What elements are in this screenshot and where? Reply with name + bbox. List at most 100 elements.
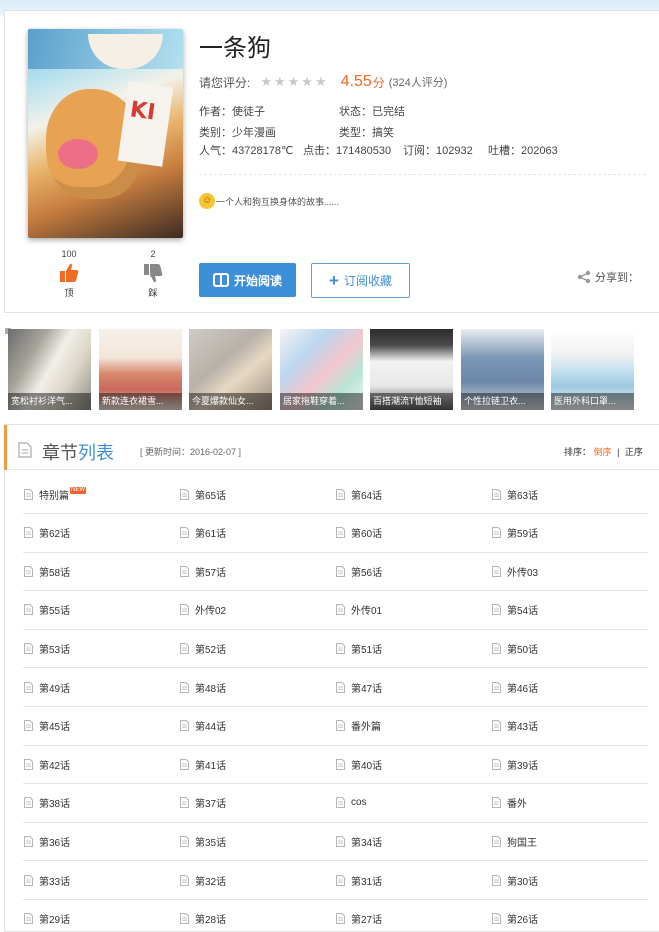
vote-up[interactable]: 100 顶 xyxy=(49,249,89,299)
chapter-link[interactable]: 第63话 xyxy=(491,475,648,514)
chapter-link[interactable]: 第46话 xyxy=(491,668,648,707)
chapter-link[interactable]: 第42话 xyxy=(23,745,179,785)
subscribe-button[interactable]: + 订阅收藏 xyxy=(311,263,410,298)
thumbs-down-icon[interactable] xyxy=(142,262,164,284)
sort-asc-link[interactable]: 正序 xyxy=(625,447,643,457)
vote-down-label: 踩 xyxy=(148,288,158,298)
chapter-link[interactable]: 第65话 xyxy=(179,475,335,514)
sort-control: 排序： 倒序 | 正序 xyxy=(564,445,643,458)
rating-label: 请您评分: xyxy=(199,75,251,90)
chapter-section: 章节列表 [ 更新时间：2016-02-07 ] 排序： 倒序 | 正序 特别篇… xyxy=(4,424,659,932)
ad-item[interactable]: 宽松衬衫洋气... xyxy=(8,329,91,410)
chapter-link[interactable]: 第51话 xyxy=(335,629,491,669)
chapter-link[interactable]: 第47话 xyxy=(335,668,491,707)
chapter-link[interactable]: 第49话 xyxy=(23,668,179,707)
share-control[interactable]: 分享到： xyxy=(577,269,639,285)
chapter-link[interactable]: 狗国王 xyxy=(491,822,648,862)
chapter-link[interactable]: 第38话 xyxy=(23,784,179,823)
document-icon xyxy=(180,720,189,732)
rating-stars[interactable]: ★★★★★ xyxy=(260,74,328,90)
chapter-link[interactable]: 第39话 xyxy=(491,745,648,785)
ad-item[interactable]: 百搭潮流T恤短袖 xyxy=(370,329,453,410)
chapter-link[interactable]: 第35话 xyxy=(179,822,335,862)
ad-item[interactable]: 个性拉链卫衣... xyxy=(461,329,544,410)
chapter-link[interactable]: 第48话 xyxy=(179,668,335,707)
document-icon xyxy=(492,720,501,732)
chapter-label: 第44话 xyxy=(195,722,227,734)
chapter-link[interactable]: 第36话 xyxy=(23,822,179,862)
document-icon xyxy=(180,565,189,577)
chapter-link[interactable]: 第34话 xyxy=(335,822,491,862)
chapter-link[interactable]: 外传01 xyxy=(335,591,491,630)
chapter-link[interactable]: 第43话 xyxy=(491,707,648,746)
chapter-link[interactable]: 第62话 xyxy=(23,514,179,553)
chapter-link[interactable]: 第29话 xyxy=(23,900,179,932)
cover-art-tongue xyxy=(58,139,98,169)
thumbs-up-icon[interactable] xyxy=(58,262,80,284)
ad-item[interactable]: 新款连衣裙雪... xyxy=(99,329,182,410)
chapter-link[interactable]: 第55话 xyxy=(23,591,179,630)
chapter-link[interactable]: 第54话 xyxy=(491,591,648,630)
chapter-link[interactable]: 第58话 xyxy=(23,552,179,592)
comic-title: 一条狗 xyxy=(199,35,271,62)
chapter-title-b: 列表 xyxy=(78,443,114,463)
chapter-link[interactable]: 第61话 xyxy=(179,514,335,553)
category-info[interactable]: 类别：少年漫画 xyxy=(199,124,276,140)
chapter-link[interactable]: 第59话 xyxy=(491,514,648,553)
chapter-label: 第37话 xyxy=(195,799,227,811)
chapter-label: 第58话 xyxy=(39,567,71,579)
chapter-label: 第63话 xyxy=(507,490,539,502)
comic-cover-image[interactable]: KI xyxy=(28,29,183,238)
comic-info-panel: KI 100 顶 2 踩 一条狗 请您评分: ★★★★★ 4.55 分 (324… xyxy=(4,10,659,313)
chapter-link[interactable]: 外传02 xyxy=(179,591,335,630)
document-icon xyxy=(24,565,33,577)
chapter-link[interactable]: 第41话 xyxy=(179,745,335,785)
rating-score-unit: 分 xyxy=(372,75,385,90)
chapter-link[interactable]: 第26话 xyxy=(491,900,648,932)
chapter-label: 番外 xyxy=(507,799,527,811)
ad-item[interactable]: 居家拖鞋穿着... xyxy=(280,329,363,410)
chapter-label: cos xyxy=(351,797,367,809)
chapter-link[interactable]: 第50话 xyxy=(491,629,648,669)
chapter-link[interactable]: 第64话 xyxy=(335,475,491,514)
chapter-link[interactable]: 第27话 xyxy=(335,900,491,932)
document-icon xyxy=(492,835,501,847)
chapter-link[interactable]: 番外篇 xyxy=(335,707,491,746)
chapter-link[interactable]: 第44话 xyxy=(179,707,335,746)
author-info[interactable]: 作者：使徒子 xyxy=(199,103,265,119)
ad-strip: 宽松衬衫洋气... 新款连衣裙雪... 今夏爆款仙女... 居家拖鞋穿着... … xyxy=(4,327,659,410)
chapter-link[interactable]: 第60话 xyxy=(335,514,491,553)
chapter-link[interactable]: 第52话 xyxy=(179,629,335,669)
vote-down[interactable]: 2 踩 xyxy=(133,249,173,299)
document-icon xyxy=(24,681,33,693)
document-icon xyxy=(24,604,33,616)
chapter-label: 第32话 xyxy=(195,876,227,888)
chapter-link[interactable]: 第57话 xyxy=(179,552,335,592)
type-info[interactable]: 类型：搞笑 xyxy=(339,124,394,140)
smiley-icon: ☺ xyxy=(199,193,215,209)
comments-info: 吐槽：202063 xyxy=(488,145,558,157)
chapter-link[interactable]: cos xyxy=(335,784,491,823)
start-reading-button[interactable]: 开始阅读 xyxy=(199,263,296,297)
chapter-link[interactable]: 特别篇 NEW xyxy=(23,475,179,514)
chapter-link[interactable]: 外传03 xyxy=(491,552,648,592)
chapter-link[interactable]: 第32话 xyxy=(179,861,335,900)
document-icon xyxy=(180,527,189,539)
ad-item[interactable]: 医用外科口罩... xyxy=(551,329,634,410)
chapter-link[interactable]: 第33话 xyxy=(23,861,179,900)
chapter-link[interactable]: 第45话 xyxy=(23,707,179,746)
chapter-link[interactable]: 第31话 xyxy=(335,861,491,900)
document-icon xyxy=(336,604,345,616)
sort-desc-link[interactable]: 倒序 xyxy=(594,447,612,457)
document-icon xyxy=(492,642,501,654)
ad-item[interactable]: 今夏爆款仙女... xyxy=(189,329,272,410)
chapter-link[interactable]: 第28话 xyxy=(179,900,335,932)
chapter-link[interactable]: 第40话 xyxy=(335,745,491,785)
chapter-link[interactable]: 第53话 xyxy=(23,629,179,669)
chapter-link[interactable]: 第56话 xyxy=(335,552,491,592)
chapter-link[interactable]: 第30话 xyxy=(491,861,648,900)
chapter-link[interactable]: 第37话 xyxy=(179,784,335,823)
document-icon xyxy=(492,797,501,809)
chapter-label: 第64话 xyxy=(351,490,383,502)
chapter-link[interactable]: 番外 xyxy=(491,784,648,823)
